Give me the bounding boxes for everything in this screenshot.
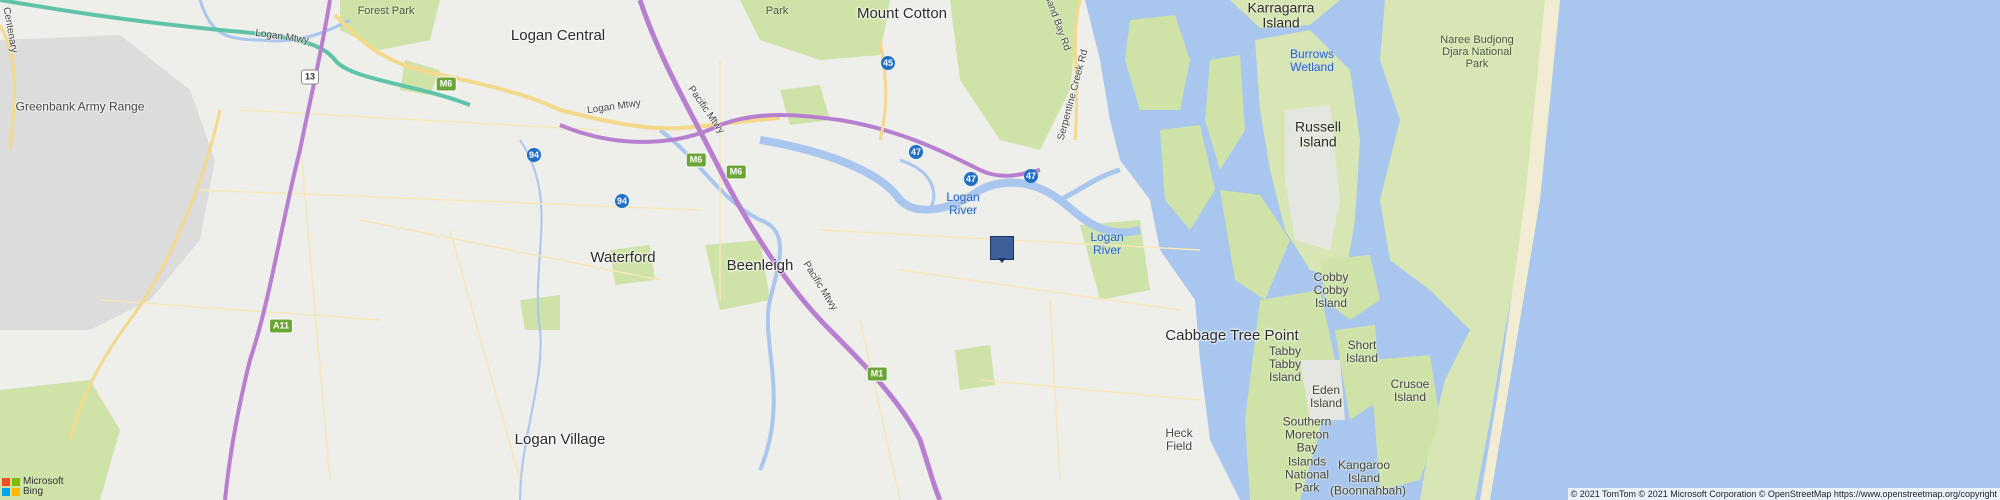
shield-m1: M1 bbox=[866, 366, 888, 382]
label-naree-budjong-djara: Naree Budjong Djara National Park bbox=[1440, 33, 1514, 71]
location-pin-marker[interactable] bbox=[990, 236, 1014, 263]
shield-94-north: 94 bbox=[527, 148, 541, 162]
shield-13: 13 bbox=[300, 69, 320, 85]
bing-logo-text: Microsoft Bing bbox=[23, 477, 64, 497]
label-tabby-tabby-island: Tabby Tabby Island bbox=[1268, 344, 1302, 385]
label-logan-river-1: Logan River bbox=[946, 189, 980, 217]
bing-logo[interactable]: Microsoft Bing bbox=[2, 477, 64, 497]
shield-45: 45 bbox=[881, 56, 895, 70]
label-burrows-wetland: Burrows Wetland bbox=[1289, 46, 1335, 74]
label-crusoe-island: Crusoe Island bbox=[1390, 376, 1430, 404]
label-short-island: Short Island bbox=[1345, 337, 1379, 365]
label-heck-field: Heck Field bbox=[1165, 425, 1193, 453]
label-karragarra-island: Karragarra Island bbox=[1247, 0, 1315, 31]
shield-m6-north: M6 bbox=[435, 76, 457, 92]
shield-47-mid: 47 bbox=[964, 172, 978, 186]
shield-47-west: 47 bbox=[909, 145, 923, 159]
label-greenbank-army-range: Greenbank Army Range bbox=[15, 99, 145, 114]
map-copyright[interactable]: © 2021 TomTom © 2021 Microsoft Corporati… bbox=[1567, 488, 2000, 500]
label-logan-river-2: Logan River bbox=[1090, 229, 1124, 257]
label-russell-island: Russell Island bbox=[1295, 118, 1341, 150]
shield-m6-east: M6 bbox=[725, 164, 747, 180]
label-boonnahbah: (Boonnahbah) bbox=[1329, 483, 1407, 498]
label-cabbage-tree-point: Cabbage Tree Point bbox=[1165, 326, 1299, 344]
label-waterford: Waterford bbox=[590, 248, 656, 266]
shield-47-east: 47 bbox=[1024, 169, 1038, 183]
bing-logo-line2: Bing bbox=[23, 486, 44, 497]
label-cobby-cobby-island: Cobby Cobby Island bbox=[1313, 270, 1349, 311]
shield-94-south: 94 bbox=[615, 194, 629, 208]
microsoft-logo-icon bbox=[2, 478, 20, 496]
label-logan-central: Logan Central bbox=[510, 26, 606, 44]
label-park-top: Park bbox=[765, 4, 789, 17]
label-kangaroo-island: Kangaroo Island bbox=[1337, 457, 1391, 485]
label-southern-moreton-bay-islands-np: Southern Moreton Bay Islands National Pa… bbox=[1282, 414, 1332, 495]
shield-a11: A11 bbox=[268, 318, 294, 334]
label-mount-cotton: Mount Cotton bbox=[856, 4, 948, 22]
shield-m6-mid: M6 bbox=[685, 152, 707, 168]
map-view[interactable]: Logan Central Mount Cotton Forest Park P… bbox=[0, 0, 2000, 500]
label-eden-island: Eden Island bbox=[1309, 382, 1343, 410]
label-beenleigh: Beenleigh bbox=[726, 256, 794, 274]
label-logan-village: Logan Village bbox=[514, 430, 606, 448]
label-forest-park: Forest Park bbox=[357, 4, 415, 17]
